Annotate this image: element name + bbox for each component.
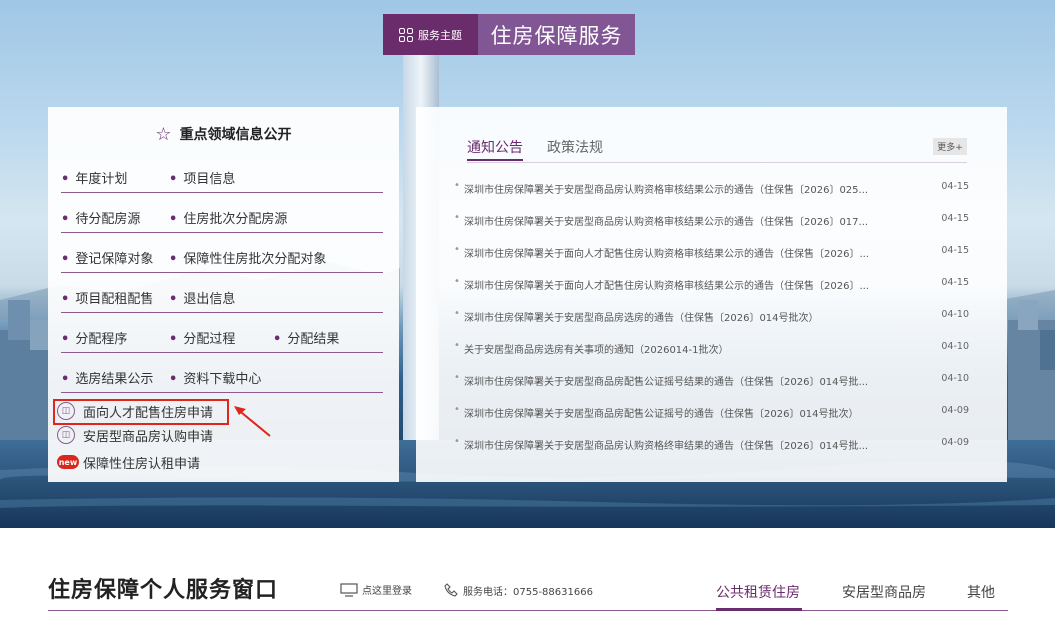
apply-affordable-housing[interactable]: ◫ 安居型商品房认购申请 bbox=[57, 424, 213, 446]
new-badge: new bbox=[57, 455, 79, 469]
tab-policies[interactable]: 政策法规 bbox=[547, 137, 603, 161]
theme-title: 住房保障服务 bbox=[478, 14, 635, 55]
tab-public-rental[interactable]: 公共租赁住房 bbox=[716, 582, 800, 602]
tabs-divider bbox=[467, 162, 967, 163]
news-item[interactable]: • 深圳市住房保障署关于安居型商品房认购资格审核结果公示的通告（住保售〔2026〕… bbox=[454, 177, 969, 197]
link-allocation-procedure[interactable]: • 分配程序 bbox=[61, 328, 127, 347]
key-info-panel: ☆ 重点领域信息公开 • 年度计划 • 项目信息 • 待分配房源 • 住房批次分配房源 •… bbox=[48, 107, 399, 482]
key-info-row: • 选房结果公示 • 资料下载中心 bbox=[61, 353, 383, 393]
link-registered-targets[interactable]: • 登记保障对象 bbox=[61, 248, 153, 267]
link-pending-housing[interactable]: • 待分配房源 bbox=[61, 208, 140, 227]
link-selection-results[interactable]: • 选房结果公示 bbox=[61, 368, 153, 387]
news-item[interactable]: • 关于安居型商品房选房有关事项的通知（2026014-1批次） 04-10 bbox=[454, 337, 969, 357]
link-batch-housing[interactable]: • 住房批次分配房源 bbox=[169, 208, 287, 227]
service-window-title: 住房保障个人服务窗口 bbox=[48, 578, 279, 603]
news-item[interactable]: • 深圳市住房保障署关于面向人才配售住房认购资格审核结果公示的通告（住保售〔202… bbox=[454, 241, 969, 261]
service-theme-label: 服务主题 bbox=[418, 28, 462, 42]
apply-rental-housing[interactable]: new 保障性住房认租申请 bbox=[57, 451, 200, 473]
tab-notices[interactable]: 通知公告 bbox=[467, 137, 523, 161]
annotation-arrow-icon bbox=[234, 406, 271, 437]
key-info-row: • 年度计划 • 项目信息 bbox=[61, 153, 383, 193]
service-divider bbox=[48, 610, 1008, 611]
news-panel: 通知公告 政策法规 更多+ • 深圳市住房保障署关于安居型商品房认购资格审核结果公… bbox=[416, 107, 1007, 482]
tab-affordable-housing[interactable]: 安居型商品房 bbox=[842, 582, 926, 602]
news-item[interactable]: • 深圳市住房保障署关于安居型商品房认购资格审核结果公示的通告（住保售〔2026〕… bbox=[454, 209, 969, 229]
key-info-heading: ☆ 重点领域信息公开 bbox=[155, 124, 292, 145]
page: 服务主题 住房保障服务 ☆ 重点领域信息公开 • 年度计划 • 项目信息 • 待分配房源… bbox=[0, 0, 1055, 624]
link-allocation-sale[interactable]: • 项目配租配售 bbox=[61, 288, 153, 307]
more-button[interactable]: 更多+ bbox=[933, 138, 967, 155]
service-theme-tag[interactable]: 服务主题 bbox=[383, 14, 478, 55]
service-hotline: 服务电话：0755-88631666 bbox=[443, 582, 593, 598]
key-info-row: • 分配程序 • 分配过程 • 分配结果 bbox=[61, 313, 383, 353]
key-info-row: • 登记保障对象 • 保障性住房批次分配对象 bbox=[61, 233, 383, 273]
link-annual-plan[interactable]: • 年度计划 bbox=[61, 168, 127, 187]
link-exit-info[interactable]: • 退出信息 bbox=[169, 288, 235, 307]
grid-icon bbox=[399, 27, 413, 42]
news-item[interactable]: • 深圳市住房保障署关于安居型商品房配售公证摇号结果的通告（住保售〔2026〕01… bbox=[454, 369, 969, 389]
link-project-info[interactable]: • 项目信息 bbox=[169, 168, 235, 187]
link-batch-targets[interactable]: • 保障性住房批次分配对象 bbox=[169, 248, 326, 267]
phone-icon bbox=[444, 583, 458, 597]
news-item[interactable]: • 深圳市住房保障署关于安居型商品房配售公证摇号的通告（住保售〔2026〕014号… bbox=[454, 401, 969, 421]
star-icon: ☆ bbox=[155, 124, 172, 145]
link-allocation-result[interactable]: • 分配结果 bbox=[273, 328, 339, 347]
news-item[interactable]: • 深圳市住房保障署关于安居型商品房选房的通告（住保售〔2026〕014号批次） 0… bbox=[454, 305, 969, 325]
active-tab-indicator bbox=[716, 608, 802, 611]
news-item[interactable]: • 深圳市住房保障署关于面向人才配售住房认购资格审核结果公示的通告（住保售〔202… bbox=[454, 273, 969, 293]
highlight-box bbox=[53, 399, 229, 425]
login-link[interactable]: 点这里登录 bbox=[340, 582, 412, 597]
document-icon: ◫ bbox=[57, 426, 75, 444]
tab-other[interactable]: 其他 bbox=[967, 582, 995, 602]
key-info-row: • 待分配房源 • 住房批次分配房源 bbox=[61, 193, 383, 233]
theme-banner: 服务主题 住房保障服务 bbox=[383, 14, 635, 55]
monitor-icon bbox=[340, 582, 358, 597]
link-download-center[interactable]: • 资料下载中心 bbox=[169, 368, 261, 387]
link-allocation-process[interactable]: • 分配过程 bbox=[169, 328, 235, 347]
news-item[interactable]: • 深圳市住房保障署关于安居型商品房认购资格终审结果的通告（住保售〔2026〕01… bbox=[454, 433, 969, 453]
key-info-row: • 项目配租配售 • 退出信息 bbox=[61, 273, 383, 313]
